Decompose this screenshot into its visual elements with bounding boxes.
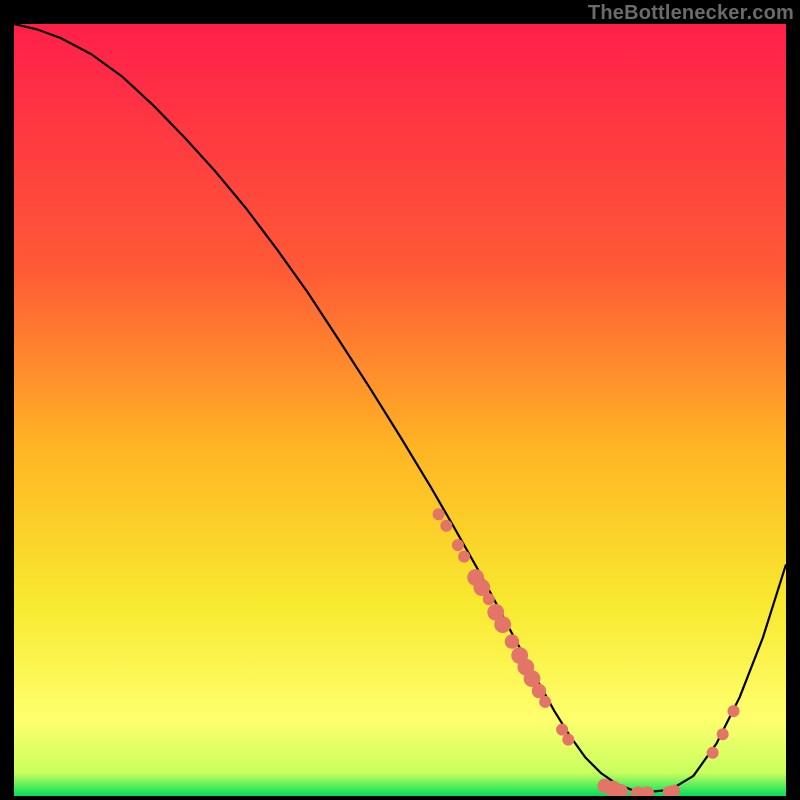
data-marker: [433, 508, 445, 520]
chart-container: TheBottlenecker.com: [0, 0, 800, 800]
plot-area: [14, 24, 786, 796]
data-marker: [539, 696, 551, 708]
bottleneck-chart: [14, 24, 786, 796]
data-marker: [452, 539, 464, 551]
data-marker: [556, 724, 568, 736]
data-marker: [707, 747, 719, 759]
data-marker: [458, 551, 470, 563]
data-marker: [728, 705, 740, 717]
data-marker: [483, 593, 495, 605]
gradient-background: [14, 24, 786, 796]
data-marker: [562, 734, 574, 746]
data-marker: [440, 520, 452, 532]
data-marker: [494, 616, 511, 633]
watermark-text: TheBottlenecker.com: [588, 2, 794, 25]
data-marker: [505, 634, 519, 648]
data-marker: [717, 728, 729, 740]
